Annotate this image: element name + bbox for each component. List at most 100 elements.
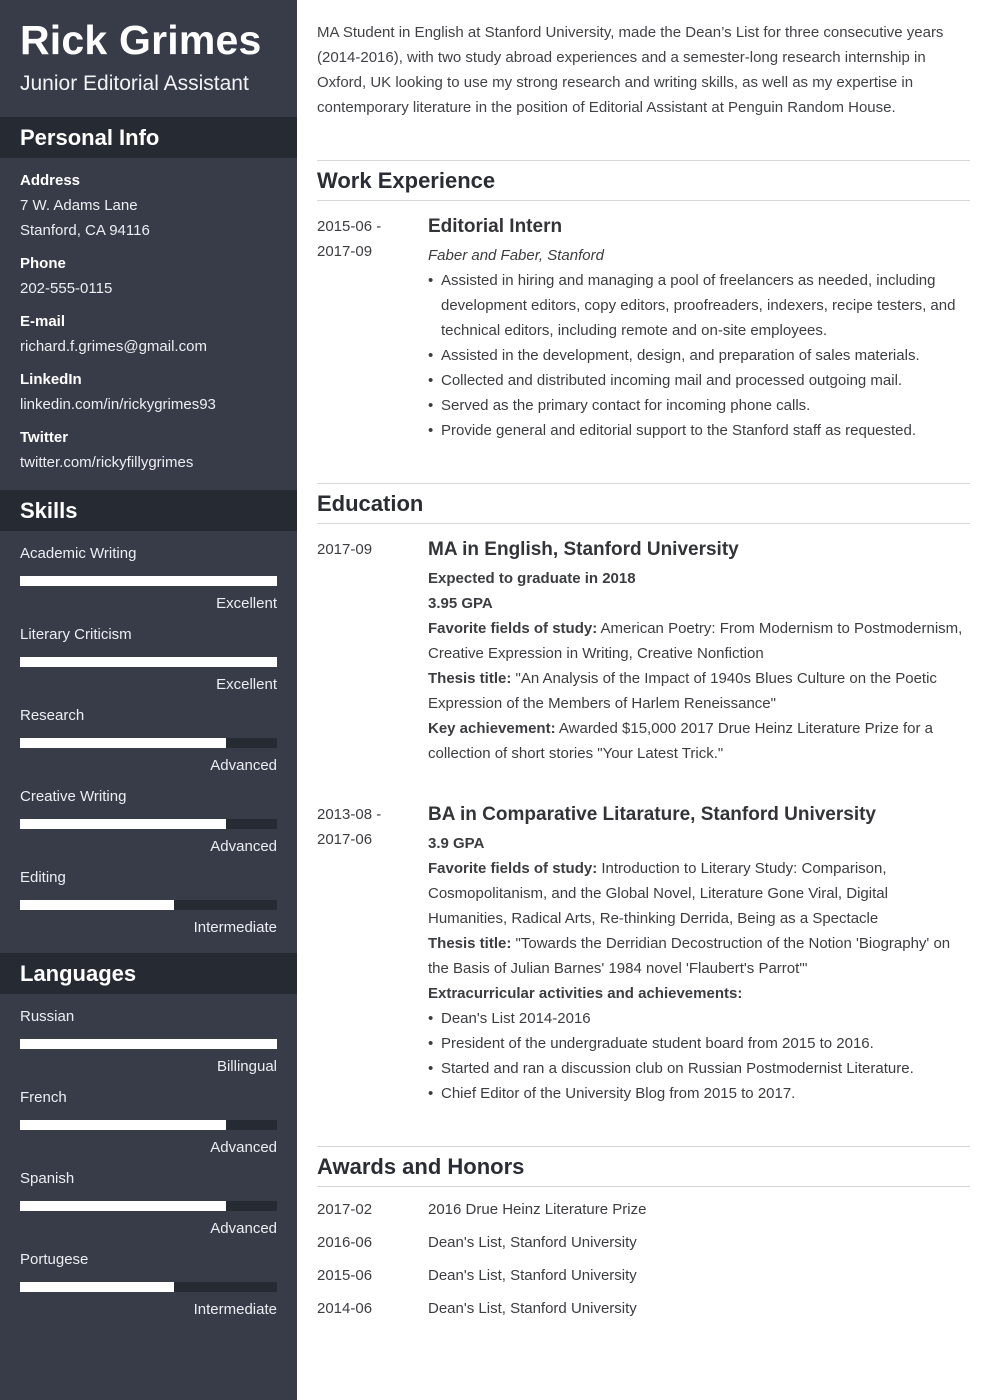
skill-level-bar <box>20 819 277 829</box>
education-section: Education <box>317 483 970 524</box>
date-start: 2015-06 - <box>317 218 382 235</box>
skill-item: Literary Criticism Excellent <box>20 625 277 695</box>
language-item: Spanish Advanced <box>20 1169 277 1239</box>
work-experience-section: Work Experience <box>317 160 970 201</box>
responsibility-list: Assisted in hiring and managing a pool o… <box>428 268 970 443</box>
info-email: E-mail richard.f.grimes@gmail.com <box>20 309 280 359</box>
info-value[interactable]: twitter.com/rickyfillygrimes <box>20 450 280 475</box>
date-end: 2017-09 <box>317 243 373 260</box>
skill-name: Literary Criticism <box>20 626 132 643</box>
info-label: Phone <box>20 255 66 272</box>
date-end: 2017-06 <box>317 831 373 848</box>
language-level-bar <box>20 1201 277 1211</box>
info-value: 202-555-0115 <box>20 280 113 297</box>
bullet-item: Assisted in hiring and managing a pool o… <box>428 268 970 343</box>
skill-level-fill <box>20 738 226 748</box>
skill-item: Creative Writing Advanced <box>20 787 277 857</box>
entry-date: 2015-06 - 2017-09 <box>317 214 417 264</box>
section-heading: Awards and Honors <box>317 1146 970 1187</box>
label: Favorite fields of study: <box>428 620 598 637</box>
award-text: Dean's List, Stanford University <box>428 1300 637 1317</box>
entry-body: MA in English, Stanford University Expec… <box>428 537 970 766</box>
language-name: Spanish <box>20 1170 75 1187</box>
info-linkedin: LinkedIn linkedin.com/in/rickygrimes93 <box>20 367 280 417</box>
awards-section: Awards and Honors <box>317 1146 970 1187</box>
language-level-bar <box>20 1039 277 1049</box>
gpa: 3.9 GPA <box>428 835 485 852</box>
date-start: 2013-08 - <box>317 806 382 823</box>
section-heading: Work Experience <box>317 160 970 201</box>
entry-body: BA in Comparative Litarature, Stanford U… <box>428 802 970 1106</box>
candidate-name: Rick Grimes <box>20 17 262 63</box>
label: Thesis title: <box>428 935 512 952</box>
degree-title: MA in English, Stanford University <box>428 539 739 560</box>
language-level-label: Billingual <box>216 1058 277 1075</box>
skill-level-fill <box>20 657 277 667</box>
award-text: Dean's List, Stanford University <box>428 1267 637 1284</box>
language-level-bar <box>20 1120 277 1130</box>
info-value: Stanford, CA 94116 <box>20 222 150 239</box>
award-text: Dean's List, Stanford University <box>428 1234 637 1251</box>
skill-level-bar <box>20 657 277 667</box>
award-date: 2014-06 <box>317 1300 373 1317</box>
extracurricular-list: Dean's List 2014-2016 President of the u… <box>428 1006 970 1106</box>
skill-level-label: Advanced <box>210 757 277 774</box>
language-level-label: Advanced <box>210 1220 277 1237</box>
language-name: Portugese <box>20 1251 89 1268</box>
info-label: LinkedIn <box>20 371 82 388</box>
skills-heading: Skills <box>0 490 297 531</box>
skill-name: Academic Writing <box>20 545 137 562</box>
language-name: French <box>20 1089 67 1106</box>
skill-item: Academic Writing Excellent <box>20 544 277 614</box>
info-label: E-mail <box>20 313 66 330</box>
job-title: Editorial Intern <box>428 216 563 237</box>
section-heading: Education <box>317 483 970 524</box>
skill-name: Creative Writing <box>20 788 127 805</box>
date-start: 2017-09 <box>317 541 373 558</box>
extracurricular-label: Extracurricular activities and achieveme… <box>428 985 743 1002</box>
entry-date: 2017-09 <box>317 537 417 562</box>
label: Favorite fields of study: <box>428 860 598 877</box>
summary: MA Student in English at Stanford Univer… <box>317 24 944 116</box>
company: Faber and Faber, Stanford <box>428 247 604 264</box>
language-item: French Advanced <box>20 1088 277 1158</box>
degree-title: BA in Comparative Litarature, Stanford U… <box>428 804 877 825</box>
language-item: Russian Billingual <box>20 1007 277 1077</box>
bullet-item: President of the undergraduate student b… <box>428 1031 970 1056</box>
skill-level-label: Intermediate <box>193 919 277 936</box>
info-value[interactable]: richard.f.grimes@gmail.com <box>20 334 280 359</box>
info-label: Twitter <box>20 429 69 446</box>
bullet-item: Collected and distributed incoming mail … <box>428 368 970 393</box>
skill-level-fill <box>20 900 175 910</box>
language-level-fill <box>20 1120 226 1130</box>
award-text: 2016 Drue Heinz Literature Prize <box>428 1201 647 1218</box>
skill-item: Editing Intermediate <box>20 868 277 938</box>
languages-heading: Languages <box>0 953 297 994</box>
sidebar: Rick Grimes Junior Editorial Assistant P… <box>0 0 297 1400</box>
bullet-item: Provide general and editorial support to… <box>428 418 970 443</box>
bullet-item: Assisted in the development, design, and… <box>428 343 970 368</box>
info-value: 7 W. Adams Lane <box>20 197 138 214</box>
candidate-title: Junior Editorial Assistant <box>20 72 249 95</box>
award-date: 2016-06 <box>317 1234 373 1251</box>
skill-level-label: Excellent <box>216 595 277 612</box>
language-name: Russian <box>20 1008 75 1025</box>
info-value[interactable]: linkedin.com/in/rickygrimes93 <box>20 392 280 417</box>
label: Key achievement: <box>428 720 556 737</box>
award-date: 2017-02 <box>317 1201 373 1218</box>
skill-name: Research <box>20 707 85 724</box>
skill-level-label: Advanced <box>210 838 277 855</box>
skill-level-fill <box>20 576 277 586</box>
info-twitter: Twitter twitter.com/rickyfillygrimes <box>20 425 280 475</box>
language-level-fill <box>20 1039 277 1049</box>
skill-level-bar <box>20 576 277 586</box>
fields-of-study: Favorite fields of study: American Poetr… <box>428 616 970 666</box>
info-phone: Phone 202-555-0115 <box>20 251 280 301</box>
award-date: 2015-06 <box>317 1267 373 1284</box>
bullet-item: Dean's List 2014-2016 <box>428 1006 970 1031</box>
skill-name: Editing <box>20 869 66 886</box>
label: Thesis title: <box>428 670 512 687</box>
language-level-label: Advanced <box>210 1139 277 1156</box>
personal-info-heading: Personal Info <box>0 117 297 158</box>
key-achievement: Key achievement: Awarded $15,000 2017 Dr… <box>428 716 970 766</box>
